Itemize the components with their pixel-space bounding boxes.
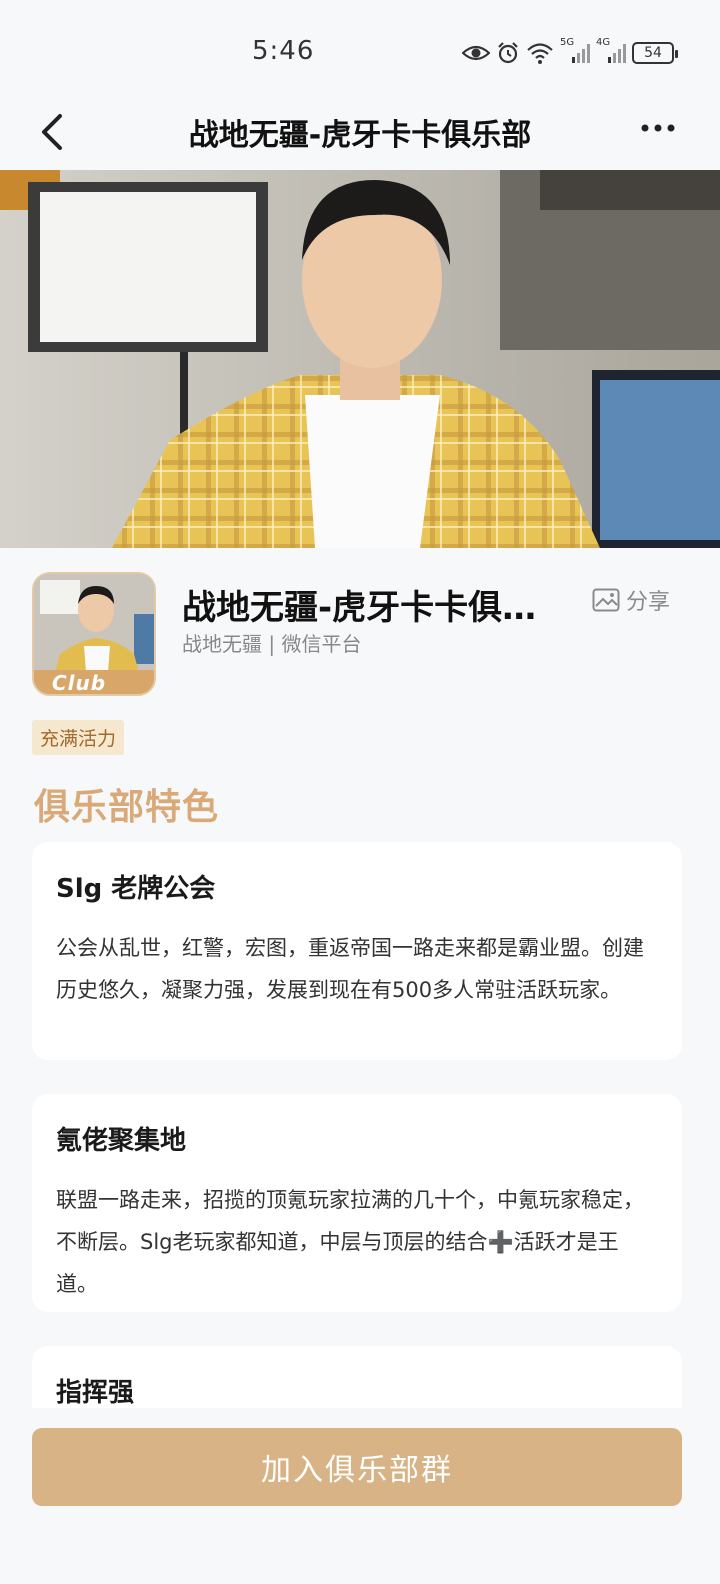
signal-5g-icon: 5G bbox=[560, 37, 590, 65]
wifi-icon bbox=[527, 43, 553, 64]
battery-level: 54 bbox=[644, 45, 662, 61]
feature-card: Slg 老牌公会 公会从乱世，红警，宏图，重返帝国一路走来都是霸业盟。创建历史悠… bbox=[32, 842, 682, 1060]
signal-4g-icon: 4G bbox=[596, 37, 626, 65]
page-title: 战地无疆-虎牙卡卡俱乐部 bbox=[188, 118, 532, 153]
cover-image bbox=[0, 170, 720, 548]
feature-body: 联盟一路走来，招揽的顶氪玩家拉满的几十个，中氪玩家稳定，不断层。Slg老玩家都知… bbox=[56, 1188, 644, 1296]
nav-bar: 战地无疆-虎牙卡卡俱乐部 bbox=[0, 104, 720, 170]
share-label: 分享 bbox=[626, 590, 671, 615]
club-name: 战地无疆-虎牙卡卡俱… bbox=[182, 588, 537, 628]
feature-body: 公会从乱世，红警，宏图，重返帝国一路走来都是霸业盟。创建历史悠久，凝聚力强，发展… bbox=[56, 936, 644, 1002]
club-tag: 充满活力 bbox=[32, 720, 125, 755]
status-icons: 5G 4G 54 bbox=[462, 37, 678, 68]
bottom-action-bar: 加入俱乐部群 bbox=[0, 1408, 720, 1584]
feature-title: 指挥强 bbox=[56, 1378, 135, 1408]
status-time: 5:46 bbox=[252, 36, 315, 66]
battery-icon: 54 bbox=[632, 42, 678, 64]
club-avatar[interactable]: Club bbox=[32, 572, 156, 696]
network-label-1: 5G bbox=[560, 37, 575, 48]
alarm-icon bbox=[498, 42, 518, 64]
club-profile: Club 战地无疆-虎牙卡卡俱… 战地无疆 | 微信平台 分享 充满活力 bbox=[0, 548, 720, 758]
network-label-2: 4G bbox=[596, 37, 611, 48]
status-bar: 5:46 5G 4G 54 bbox=[0, 0, 720, 104]
image-share-icon bbox=[592, 588, 620, 612]
share-button[interactable]: 分享 bbox=[592, 584, 670, 616]
features-section-title: 俱乐部特色 bbox=[34, 787, 220, 828]
feature-title: 氪佬聚集地 bbox=[56, 1126, 187, 1156]
feature-title: Slg 老牌公会 bbox=[56, 874, 216, 904]
chevron-left-icon[interactable] bbox=[36, 108, 72, 156]
avatar-badge: Club bbox=[52, 671, 107, 695]
join-club-group-button[interactable]: 加入俱乐部群 bbox=[32, 1428, 682, 1506]
club-subtitle: 战地无疆 | 微信平台 bbox=[182, 632, 362, 656]
more-horizontal-icon[interactable] bbox=[640, 120, 676, 136]
eye-icon bbox=[462, 45, 490, 61]
feature-card: 氪佬聚集地 联盟一路走来，招揽的顶氪玩家拉满的几十个，中氪玩家稳定，不断层。Sl… bbox=[32, 1094, 682, 1312]
